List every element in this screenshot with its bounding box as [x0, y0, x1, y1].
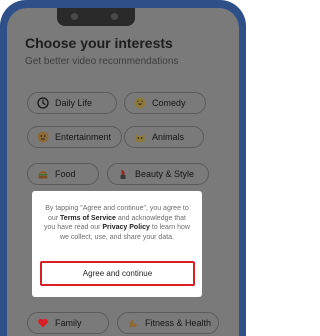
interest-label: Comedy — [152, 98, 186, 108]
page-title: Choose your interests — [25, 35, 173, 51]
interest-label: Daily Life — [55, 98, 93, 108]
interest-entertainment[interactable]: Entertainment — [27, 126, 122, 148]
dancer-icon — [36, 131, 49, 144]
camera-notch — [57, 8, 135, 26]
interest-label: Entertainment — [55, 132, 112, 142]
interest-label: Food — [55, 169, 76, 179]
interest-family[interactable]: Family — [27, 312, 109, 334]
interest-label: Beauty & Style — [135, 169, 195, 179]
interest-comedy[interactable]: Comedy — [124, 92, 206, 114]
privacy-policy-link[interactable]: Privacy Policy — [102, 224, 149, 231]
interest-food[interactable]: Food — [27, 163, 99, 185]
consent-dialog: By tapping "Agree and continue", you agr… — [32, 191, 202, 297]
sensor-icon — [111, 13, 118, 20]
interest-fitness-health[interactable]: Fitness & Health — [117, 312, 219, 334]
interest-beauty-style[interactable]: Beauty & Style — [107, 163, 209, 185]
flexed-arm-icon — [126, 317, 139, 330]
page-subtitle: Get better video recommendations — [25, 56, 179, 67]
heart-icon — [36, 317, 49, 330]
interest-label: Animals — [152, 132, 185, 142]
agree-and-continue-button[interactable]: Agree and continue — [40, 261, 195, 286]
terms-of-service-link[interactable]: Terms of Service — [60, 215, 116, 222]
interest-label: Family — [55, 318, 82, 328]
cat-icon — [133, 131, 146, 144]
camera-icon — [71, 13, 78, 20]
consent-text: By tapping "Agree and continue", you agr… — [42, 204, 192, 243]
lipstick-icon — [116, 168, 129, 181]
clock-icon — [36, 97, 49, 110]
laughing-emoji-icon — [133, 97, 146, 110]
interest-label: Fitness & Health — [145, 318, 212, 328]
interest-daily-life[interactable]: Daily Life — [27, 92, 117, 114]
interest-animals[interactable]: Animals — [124, 126, 204, 148]
burger-icon — [36, 168, 49, 181]
